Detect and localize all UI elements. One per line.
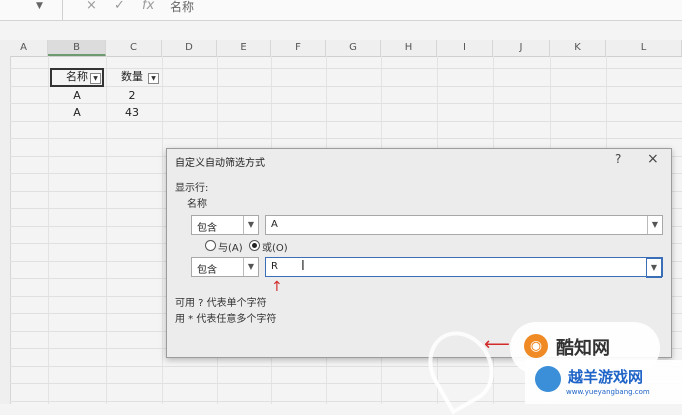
row-gridline [10,138,682,139]
column-header-l[interactable]: L [606,40,682,56]
table-cell[interactable]: A [54,87,100,105]
condition1-operator-select[interactable]: 包含 ▼ [191,215,259,235]
row-gridline [10,103,682,104]
chevron-down-icon[interactable]: ▼ [243,216,258,234]
condition2-value-text: R [271,261,278,272]
watermark-logo-icon: ◉ [524,334,548,358]
chevron-down-icon[interactable]: ▼ [647,216,662,234]
hint-single-char: 可用 ? 代表单个字符 [175,298,267,309]
formula-bar-separator [62,0,63,20]
or-radio-label[interactable]: 或(O) [262,239,288,254]
column-gridline [162,56,163,404]
column-header-row: ABCDEFGHIJKL [0,40,682,57]
and-radio[interactable] [205,240,216,251]
watermark-url: www.yueyangbang.com [566,388,650,396]
condition2-operator-value: 包含 [197,265,217,276]
condition1-operator-value: 包含 [197,223,217,234]
column-header-a[interactable]: A [0,40,48,56]
formula-input[interactable]: 名称 [170,0,194,15]
condition1-value-combobox[interactable]: A ▼ [265,215,663,235]
help-button[interactable]: ? [615,152,621,166]
close-button[interactable]: × [647,151,659,167]
column-header-e[interactable]: E [217,40,271,56]
chevron-down-icon[interactable]: ▼ [646,258,662,278]
column-gridline [48,56,49,404]
condition2-operator-select[interactable]: 包含 ▼ [191,257,259,277]
text-cursor-icon: I [301,259,305,274]
column-header-d[interactable]: D [162,40,217,56]
chevron-down-icon[interactable]: ▼ [243,258,258,276]
hint-multi-char: 用 * 代表任意多个字符 [175,314,277,325]
row-gridline [10,121,682,122]
row-gridline [10,86,682,87]
column-header-k[interactable]: K [550,40,606,56]
column-header-b[interactable]: B [48,40,106,56]
table-cell[interactable]: 2 [112,87,152,105]
condition1-value-text: A [271,219,278,230]
table-header-qty[interactable]: 数量 [112,68,152,86]
table-cell[interactable]: 43 [112,104,152,122]
insert-function-icon[interactable]: fx [142,0,154,13]
and-radio-label[interactable]: 与(A) [218,239,243,254]
name-box-dropdown-icon[interactable]: ▼ [36,1,43,11]
column-header-f[interactable]: F [271,40,326,56]
wifi-logo-icon [535,366,561,392]
show-rows-label: 显示行: [175,183,209,194]
column-header-i[interactable]: I [437,40,493,56]
red-up-arrow-icon: ↑ [271,279,283,295]
dialog-title: 自定义自动筛选方式 [175,158,265,169]
row-gridline [10,68,682,69]
enter-formula-icon[interactable]: ✓ [114,0,125,13]
or-radio[interactable] [249,240,260,251]
column-header-h[interactable]: H [381,40,437,56]
filter-dropdown-icon[interactable]: ▼ [148,73,159,84]
watermark-bottom-text: 越羊游戏网 [568,368,644,386]
watermark-top-text: 酷知网 [556,338,610,359]
column-gridline [106,56,107,404]
column-header-c[interactable]: C [106,40,162,56]
condition2-value-combobox[interactable]: R ▼ [265,257,663,278]
field-name-label: 名称 [187,199,207,210]
formula-bar: ▼ × ✓ fx 名称 [0,0,682,21]
active-cell-outline [50,68,104,87]
column-header-j[interactable]: J [493,40,550,56]
row-header-strip [0,56,11,404]
table-cell[interactable]: A [54,104,100,122]
column-header-g[interactable]: G [326,40,381,56]
cancel-formula-icon[interactable]: × [86,0,97,13]
